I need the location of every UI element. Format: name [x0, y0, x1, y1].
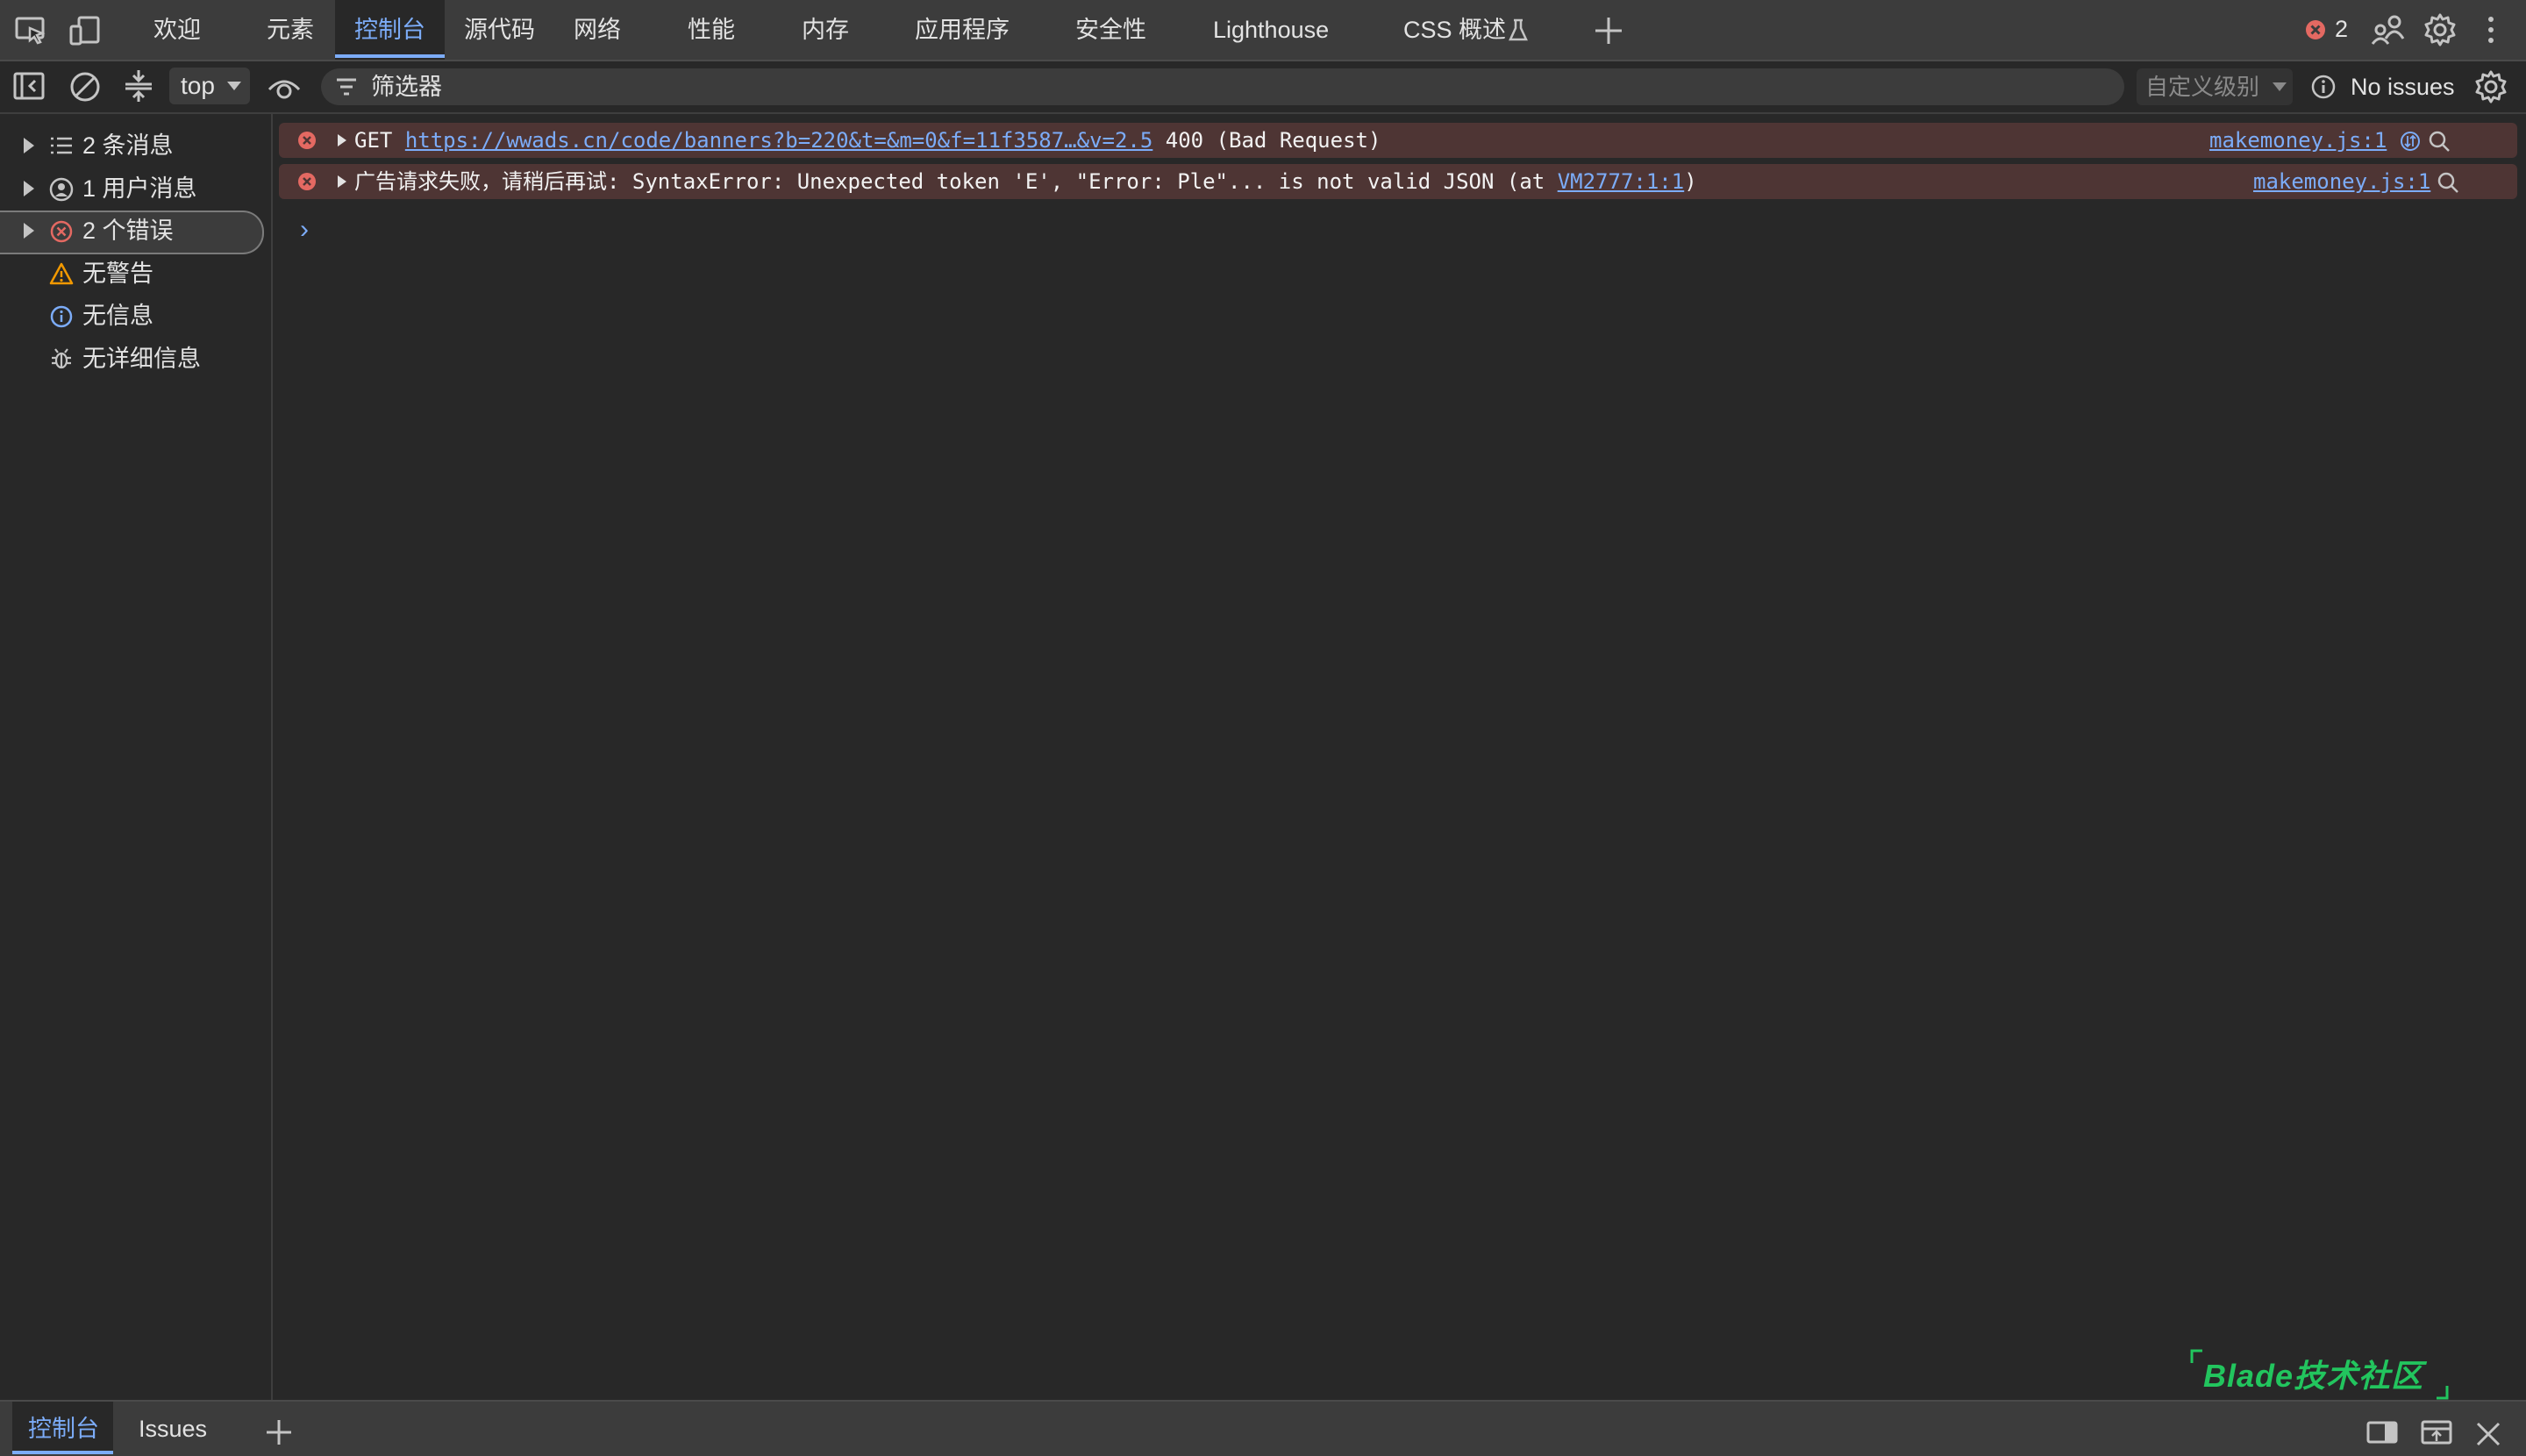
sidebar-item-messages[interactable]: 2 条消息	[82, 125, 174, 167]
warning-icon	[49, 261, 74, 286]
tab-elements[interactable]: 元素	[267, 0, 314, 60]
collapse-groups-icon[interactable]	[123, 68, 154, 103]
sidebar-item-verbose[interactable]: 无详细信息	[82, 338, 201, 380]
search-icon[interactable]	[2437, 171, 2459, 194]
tab-network[interactable]: 网络	[574, 0, 621, 60]
console-input[interactable]	[321, 207, 2514, 251]
console-prompt-icon: ›	[300, 215, 309, 244]
log-levels-label: 自定义级别	[2145, 74, 2260, 100]
error-count[interactable]: 2	[2335, 0, 2348, 60]
drawer-tab-issues[interactable]: Issues	[139, 1402, 207, 1454]
tab-memory[interactable]: 内存	[802, 0, 849, 60]
drawer-active-tab-indicator	[12, 1451, 113, 1454]
console-message-row[interactable]: 广告请求失败，请稍后再试: SyntaxError: Unexpected to…	[279, 164, 2517, 199]
context-select-value: top	[181, 72, 215, 99]
expand-arrow-icon[interactable]	[23, 180, 35, 197]
console-settings-gear-icon[interactable]	[2473, 69, 2508, 104]
active-tab-indicator	[335, 54, 445, 58]
issues-info-icon	[2310, 74, 2337, 100]
sidebar-item-errors[interactable]: 2 个错误	[82, 210, 174, 252]
request-method: GET	[354, 128, 393, 153]
vm-location-link[interactable]: VM2777:1:1	[1558, 169, 1685, 194]
clear-console-icon[interactable]	[68, 70, 102, 103]
tab-console[interactable]: 控制台	[354, 0, 425, 60]
error-icon	[297, 131, 317, 150]
sidebar-item-user-messages[interactable]: 1 用户消息	[82, 168, 197, 210]
response-status: 400 (Bad Request)	[1165, 128, 1381, 153]
filter-input[interactable]	[321, 68, 2124, 105]
message-text: GET https://wwads.cn/code/banners?b=220&…	[354, 123, 1381, 158]
filter-placeholder: 筛选器	[371, 74, 442, 100]
close-drawer-icon[interactable]	[2475, 1421, 2501, 1447]
message-text: 广告请求失败，请稍后再试: SyntaxError: Unexpected to…	[354, 164, 1697, 199]
expand-arrow-icon[interactable]	[23, 137, 35, 154]
filter-icon	[335, 77, 358, 96]
context-dropdown-arrow-icon	[226, 81, 242, 91]
expand-arrow-icon[interactable]	[337, 175, 347, 189]
bug-icon	[49, 346, 74, 371]
drawer-tab-bar	[0, 1400, 2526, 1456]
user-icon	[49, 177, 74, 202]
levels-dropdown-arrow-icon	[2272, 82, 2287, 92]
tab-css-overview[interactable]: CSS 概述	[1403, 0, 1506, 60]
undock-drawer-icon[interactable]	[2421, 1418, 2452, 1446]
watermark-text: Blade技术社区	[2203, 1358, 2424, 1394]
error-icon	[49, 219, 74, 244]
watermark-corner-bottom-right	[2437, 1386, 2449, 1400]
live-expression-eye-icon[interactable]	[267, 72, 302, 103]
request-url-link[interactable]: https://wwads.cn/code/banners?b=220&t=&m…	[405, 128, 1153, 153]
expand-arrow-icon[interactable]	[23, 222, 35, 239]
tab-security[interactable]: 安全性	[1075, 0, 1146, 60]
tab-performance[interactable]: 性能	[688, 0, 735, 60]
tab-sources[interactable]: 源代码	[464, 0, 535, 60]
drawer-add-tab-icon[interactable]	[265, 1418, 293, 1446]
tab-lighthouse[interactable]: Lighthouse	[1213, 0, 1329, 60]
dock-side-icon[interactable]	[2366, 1420, 2398, 1445]
source-link[interactable]: makemoney.js:1	[2253, 164, 2430, 199]
toggle-sidebar-icon[interactable]	[12, 70, 46, 102]
expand-arrow-icon[interactable]	[337, 133, 347, 147]
more-options-kebab-icon[interactable]	[2484, 14, 2498, 46]
search-icon[interactable]	[2428, 130, 2451, 153]
device-toolbar-icon[interactable]	[68, 14, 102, 47]
watermark-corner-top-left	[2190, 1349, 2202, 1363]
settings-gear-icon[interactable]	[2423, 12, 2458, 47]
error-count-icon[interactable]	[2305, 19, 2326, 40]
tab-welcome[interactable]: 欢迎	[153, 0, 201, 60]
console-message-row[interactable]: GET https://wwads.cn/code/banners?b=220&…	[279, 123, 2517, 158]
sidebar-item-info[interactable]: 无信息	[82, 295, 153, 337]
drawer-tab-console[interactable]: 控制台	[28, 1402, 99, 1454]
issues-count-label[interactable]: No issues	[2351, 68, 2455, 105]
feedback-people-icon[interactable]	[2370, 12, 2405, 47]
source-link[interactable]: makemoney.js:1	[2209, 123, 2387, 158]
error-message: 广告请求失败，请稍后再试: SyntaxError: Unexpected to…	[354, 169, 1558, 194]
more-tabs-plus-icon[interactable]	[1593, 15, 1624, 46]
error-message-end: )	[1684, 169, 1697, 194]
sidebar-item-warnings[interactable]: 无警告	[82, 253, 153, 295]
info-icon	[49, 304, 74, 329]
list-icon	[49, 135, 74, 156]
error-icon	[297, 172, 317, 191]
inspect-element-icon[interactable]	[14, 14, 47, 47]
tab-application[interactable]: 应用程序	[915, 0, 1010, 60]
experiment-flask-icon	[1507, 18, 1530, 42]
network-request-icon[interactable]	[2400, 131, 2421, 152]
